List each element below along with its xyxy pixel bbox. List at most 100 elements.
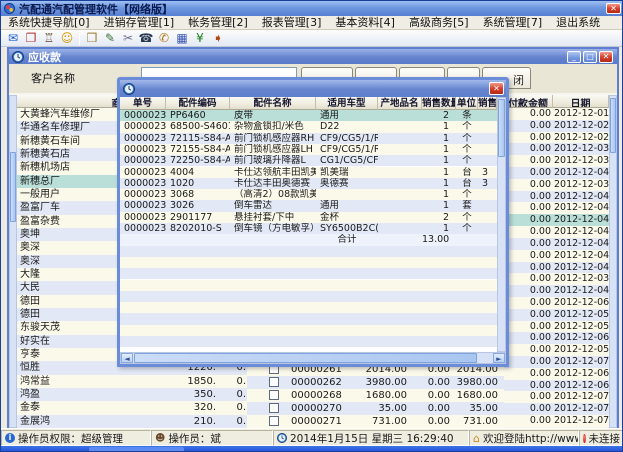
table-row[interactable]: 0.002012-12-03 00:00:0 [504, 273, 609, 285]
notebook-icon[interactable]: ❒ [83, 31, 101, 46]
total-label: 合计 [316, 234, 378, 245]
table-row[interactable]: 0.002012-12-01 12:35:1 [504, 108, 609, 120]
dialog-column-header-1[interactable]: 配件编码 [166, 97, 230, 110]
dialog-h-thumb[interactable] [134, 353, 477, 363]
table-row[interactable]: 0.002012-12-02 10:40:3 [504, 120, 609, 132]
table-row[interactable]: 0.002012-12-06 00:00:0 [504, 368, 609, 380]
row-checkbox[interactable] [269, 377, 279, 387]
disconnected-icon [583, 434, 586, 443]
left-scrollbar[interactable] [9, 95, 17, 428]
dialog-v-thumb[interactable] [498, 99, 505, 157]
table-row[interactable]: 0.002012-12-04 13:23:0 [504, 226, 609, 238]
app-logo-icon [4, 3, 15, 14]
table-row[interactable]: 0000023072250-S84-A02前门玻璃升降器LCG1/CG5/CF1… [120, 155, 497, 166]
table-row[interactable]: 0.002012-12-04 09:27:0 [504, 167, 609, 179]
menu-item-3[interactable]: 报表管理[3] [255, 16, 329, 29]
table-row[interactable]: 000002304004卡仕达领航丰田凯美瑞（8寸)凯美瑞1台3 [120, 167, 497, 178]
table-row[interactable]: 0.002012-12-03 00:00:0 [504, 179, 609, 191]
table-row[interactable]: 0000027035.000.0035.00 [247, 402, 504, 415]
table-row[interactable]: 0.002012-12-04 14:07:2 [504, 214, 609, 226]
table-row[interactable]: 000002302901177悬挂衬套/下中金杯2个 [120, 212, 497, 223]
right-grid-header-amount[interactable]: 付款金额 [504, 95, 553, 108]
bank-icon[interactable]: ♖ [40, 31, 58, 46]
left-scroll-thumb[interactable] [10, 152, 16, 222]
row-checkbox[interactable] [269, 403, 279, 413]
phone-icon[interactable]: ☎ [137, 31, 155, 46]
list-item[interactable]: 鸿盈350.0. [17, 388, 247, 401]
list-item[interactable]: 金泰320.0. [17, 401, 247, 414]
edit-icon[interactable]: ✎ [101, 31, 119, 46]
table-row[interactable]: 0.002012-12-04 00:00:0 [504, 285, 609, 297]
mail-icon[interactable]: ✉ [4, 31, 22, 46]
right-scrollbar[interactable] [609, 95, 617, 428]
table-row[interactable]: 0.002012-12-04 17:06:0 [504, 250, 609, 262]
minimize-button[interactable]: _ [567, 51, 581, 63]
app-close-button[interactable]: ✕ [606, 3, 621, 14]
menu-item-1[interactable]: 进销存管理[1] [97, 16, 182, 29]
row-checkbox[interactable] [269, 416, 279, 426]
dialog-column-header-7[interactable]: 销售价 [478, 97, 497, 110]
exit-icon[interactable]: ➧ [209, 31, 227, 46]
table-row[interactable]: 0000023072115-S84-A01前门锁机感应器RHCF9/CG5/1/… [120, 133, 497, 144]
list-item[interactable]: 鸿常益1850.0. [17, 375, 247, 388]
dialog-h-scrollbar[interactable]: ◄ ► [120, 352, 506, 364]
dialog-column-header-5[interactable]: 销售数量 [422, 97, 456, 110]
print-icon[interactable]: ❐ [22, 31, 40, 46]
right-scroll-thumb[interactable] [610, 98, 616, 153]
right-grid-header-date[interactable]: 日期 [553, 95, 609, 108]
scroll-right-arrow[interactable]: ► [493, 353, 505, 363]
dialog-column-header-2[interactable]: 配件名称 [230, 97, 316, 110]
menu-item-4[interactable]: 基本资料[4] [328, 16, 402, 29]
table-row[interactable]: 000002303068（高清2）08款凯美瑞摄像头1个 [120, 189, 497, 200]
table-row[interactable]: 0.002012-12-04 16:57:5 [504, 238, 609, 250]
table-row[interactable]: 0.002012-12-06 11:43:3 [504, 297, 609, 309]
menu-item-2[interactable]: 帐务管理[2] [181, 16, 255, 29]
menu-item-0[interactable]: 系统快捷导航[0] [1, 16, 97, 29]
dialog-v-scrollbar[interactable] [497, 97, 506, 352]
table-row[interactable]: 0.002012-12-04 11:41:2 [504, 202, 609, 214]
receivables-close-button[interactable]: ✕ [599, 51, 613, 63]
table-row[interactable]: 0.002012-12-07 15:09:3 [504, 415, 609, 427]
table-row[interactable]: 000002623980.000.003980.00 [247, 376, 504, 389]
taskbar[interactable] [1, 446, 623, 452]
list-item[interactable]: 金展鸿210.0. [17, 415, 247, 428]
table-row[interactable]: 0000023068500-S4601杂物盒锁扣/米色D221个 [120, 121, 497, 132]
table-row[interactable]: 0.002012-12-05 00:00:0 [504, 344, 609, 356]
table-row[interactable]: 0.002012-12-03 17:03:4 [504, 155, 609, 167]
maximize-button[interactable]: □ [583, 51, 597, 63]
call-icon[interactable]: ✆ [155, 31, 173, 46]
table-row[interactable]: 000002308202010-S倒车镜（方电敏孚）LHSY6500B2C(S)… [120, 223, 497, 234]
table-row[interactable]: 0.002012-12-06 14:56:5 [504, 332, 609, 344]
table-row[interactable]: 0.002012-12-04 11:04:1 [504, 191, 609, 203]
table-row[interactable]: 0.002012-12-02 16:47:1 [504, 132, 609, 144]
table-row[interactable]: 000002301020卡仕达丰田奥德赛奥德赛1台3 [120, 178, 497, 189]
table-row[interactable]: 0.002012-12-05 00:00:0 [504, 321, 609, 333]
scissors-icon[interactable]: ✂ [119, 31, 137, 46]
table-row[interactable]: 0.002012-12-03 11:56:5 [504, 143, 609, 155]
dialog-column-header-4[interactable]: 产地品名 [378, 97, 422, 110]
menu-item-5[interactable]: 高级商务[5] [402, 16, 476, 29]
table-row[interactable]: 0000023072155-S84-A11前门锁机感应器LHCF9/CG5/1/… [120, 144, 497, 155]
dialog-column-header-3[interactable]: 适用车型 [316, 97, 378, 110]
smiley-icon[interactable]: ☺ [58, 31, 76, 46]
dialog-column-header-0[interactable]: 单号 [120, 97, 166, 110]
table-row[interactable]: 0.002012-12-05 00:00:0 [504, 309, 609, 321]
table-row[interactable]: 0.002012-12-07 10:08:0 [504, 356, 609, 368]
table-row[interactable]: 0.002012-12-07 14:14:2 [504, 403, 609, 415]
taskbar-button[interactable] [89, 447, 184, 452]
menu-item-7[interactable]: 退出系统 [549, 16, 607, 29]
menu-item-6[interactable]: 系统管理[7] [476, 16, 550, 29]
table-row[interactable]: 0.002012-12-07 12:42:0 [504, 391, 609, 403]
table-row[interactable]: 000002681680.000.001680.00 [247, 389, 504, 402]
table-row[interactable]: 0.002012-12-04 00:00:0 [504, 262, 609, 274]
row-checkbox[interactable] [269, 390, 279, 400]
dialog-column-header-6[interactable]: 单位 [456, 97, 478, 110]
grid-icon[interactable]: ▦ [173, 31, 191, 46]
table-row[interactable]: 0.002012-12-06 00:00:0 [504, 380, 609, 392]
table-row[interactable]: 00000271731.000.00731.00 [247, 415, 504, 428]
money-icon[interactable]: ¥ [191, 31, 209, 46]
dialog-close-button[interactable]: ✕ [489, 82, 504, 95]
scroll-left-arrow[interactable]: ◄ [121, 353, 133, 363]
table-row[interactable]: 000002303026倒车雷达通用1套 [120, 200, 497, 211]
table-row[interactable]: 00000230PP6460皮带通用2条 [120, 110, 497, 121]
